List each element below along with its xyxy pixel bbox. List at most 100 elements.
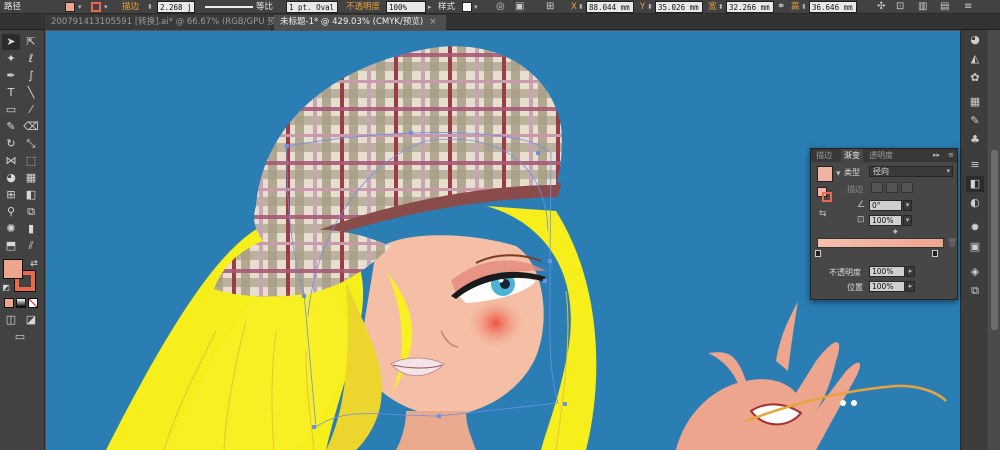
- width-stepper-icon[interactable]: ⬍: [718, 1, 724, 13]
- stroke-panel-icon[interactable]: ≡: [966, 157, 984, 173]
- document-tab-2[interactable]: 未标题-1* @ 429.03% (CMYK/预览) ×: [274, 15, 446, 30]
- panel-menu-icon[interactable]: ≡: [948, 149, 954, 162]
- stop-opacity-field[interactable]: 100%: [869, 266, 905, 277]
- swatches-panel-icon[interactable]: ▦: [966, 94, 984, 110]
- eraser-tool-icon[interactable]: ⌫: [22, 119, 40, 135]
- collapse-panel-icon[interactable]: ▸▸: [933, 149, 940, 162]
- perspective-grid-tool-icon[interactable]: ▦: [22, 170, 40, 186]
- gradient-stop-right[interactable]: [932, 250, 938, 257]
- artboards-panel-icon[interactable]: ⧉: [966, 283, 984, 299]
- stroke-apply-along-icon[interactable]: [886, 182, 898, 193]
- color-guide-icon[interactable]: ◭: [966, 51, 984, 67]
- brushes-panel-icon[interactable]: ✎: [966, 113, 984, 129]
- pencil-tool-icon[interactable]: ✎: [2, 119, 20, 135]
- gradient-swatch-dropdown-icon[interactable]: ▾: [836, 169, 841, 179]
- screen-mode-icon[interactable]: ▭: [11, 329, 29, 345]
- free-transform-tool-icon[interactable]: ⬚: [22, 153, 40, 169]
- gradient-stop-left[interactable]: [815, 250, 821, 257]
- gradient-preview-swatch[interactable]: [817, 166, 833, 182]
- close-tab-2-icon[interactable]: ×: [429, 17, 436, 27]
- fill-swatch[interactable]: [65, 2, 75, 12]
- scale-tool-icon[interactable]: ⤡: [22, 136, 40, 152]
- arrange-documents-icon[interactable]: ▤: [940, 1, 949, 13]
- line-profile-label[interactable]: 等比: [256, 1, 273, 13]
- aspect-ratio-dropdown-icon[interactable]: ▾: [903, 215, 912, 226]
- reference-point-icon[interactable]: ⊞: [546, 1, 554, 13]
- layers-panel-icon[interactable]: ◈: [966, 264, 984, 280]
- gradient-panel-icon[interactable]: ◧: [966, 176, 984, 192]
- document-tab-1[interactable]: 200791413105591 [转换].ai* @ 66.67% (RGB/G…: [45, 15, 301, 30]
- midpoint-diamond-icon[interactable]: ◆: [893, 228, 898, 235]
- stop-location-field[interactable]: 100%: [869, 281, 905, 292]
- stroke-weight-field[interactable]: 2.268 j: [157, 1, 195, 13]
- x-label[interactable]: X: [571, 1, 577, 13]
- gradient-type-select[interactable]: 径向 ▾: [869, 166, 953, 177]
- mesh-tool-icon[interactable]: ⊞: [2, 187, 20, 203]
- type-tool-icon[interactable]: T: [2, 85, 20, 101]
- tab-stroke[interactable]: 描边: [813, 149, 835, 162]
- appearance-panel-icon[interactable]: ✹: [966, 220, 984, 236]
- draw-mode-icon[interactable]: ◫: [2, 312, 20, 328]
- gradient-tool-icon[interactable]: ◧: [22, 187, 40, 203]
- opacity-label[interactable]: 不透明度: [346, 1, 380, 13]
- width-field[interactable]: 32.266 mm: [726, 1, 774, 13]
- height-label[interactable]: 高: [791, 1, 800, 13]
- vertical-scrollbar-thumb[interactable]: [991, 150, 998, 330]
- reverse-gradient-icon[interactable]: ⇆: [819, 209, 827, 219]
- recolor-icon[interactable]: ✿: [966, 70, 984, 86]
- opacity-field[interactable]: 100%: [386, 1, 426, 13]
- stroke-weight-stepper-icon[interactable]: ⬍: [147, 1, 153, 13]
- aspect-ratio-field[interactable]: 100%: [869, 215, 902, 226]
- gradient-slider-bar[interactable]: [817, 238, 944, 248]
- none-mode-icon[interactable]: [28, 298, 38, 308]
- constrain-proportions-icon[interactable]: ⚭: [777, 1, 785, 13]
- lasso-tool-icon[interactable]: ℓ: [22, 51, 40, 67]
- angle-field[interactable]: 0°: [869, 200, 902, 211]
- delete-stop-icon[interactable]: 🗑: [947, 238, 957, 247]
- x-stepper-icon[interactable]: ⬍: [578, 1, 584, 13]
- rectangle-tool-icon[interactable]: ▭: [2, 102, 20, 118]
- swap-fill-stroke-icon[interactable]: ⇄: [27, 256, 41, 272]
- artboard-tool-icon[interactable]: ⬒: [2, 238, 20, 254]
- angle-dropdown-icon[interactable]: ▾: [903, 200, 912, 211]
- symbols-panel-icon[interactable]: ♣: [966, 132, 984, 148]
- eyedropper-tool-icon[interactable]: ⚲: [2, 204, 20, 220]
- pen-tool-icon[interactable]: ✒: [2, 68, 20, 84]
- graphic-styles-icon[interactable]: ▣: [966, 239, 984, 255]
- shape-mode-icon[interactable]: ⊡: [896, 1, 904, 13]
- transform-icon[interactable]: ✣: [877, 1, 885, 13]
- shape-builder-tool-icon[interactable]: ◕: [2, 170, 20, 186]
- rotate-tool-icon[interactable]: ↻: [2, 136, 20, 152]
- stroke-dropdown-icon[interactable]: ▾: [104, 1, 108, 13]
- slice-tool-icon[interactable]: ⫽: [22, 238, 40, 254]
- opacity-dropdown-icon[interactable]: ▸: [428, 1, 432, 13]
- blend-tool-icon[interactable]: ⧉: [22, 204, 40, 220]
- align-to-icon[interactable]: ▣: [515, 1, 524, 13]
- y-label[interactable]: Y: [640, 1, 645, 13]
- recolor-artwork-icon[interactable]: ◎: [496, 1, 505, 13]
- symbol-sprayer-tool-icon[interactable]: ✺: [2, 221, 20, 237]
- direct-selection-tool-icon[interactable]: ⇱: [22, 34, 40, 50]
- fill-color-box[interactable]: [3, 259, 23, 279]
- transparency-panel-icon[interactable]: ◐: [966, 195, 984, 211]
- draw-inside-icon[interactable]: ◪: [22, 312, 40, 328]
- default-fill-stroke-icon[interactable]: ◩: [0, 280, 12, 296]
- stroke-apply-across-icon[interactable]: [901, 182, 913, 193]
- stroke-label[interactable]: 描边: [122, 1, 139, 13]
- tab-gradient[interactable]: 渐变: [841, 149, 863, 162]
- width-label[interactable]: 宽: [708, 1, 717, 13]
- paintbrush-tool-icon[interactable]: ⁄: [22, 102, 40, 118]
- stroke-apply-within-icon[interactable]: [871, 182, 883, 193]
- color-panel-icon[interactable]: ◕: [966, 32, 984, 48]
- fill-dropdown-icon[interactable]: ▾: [78, 1, 82, 13]
- y-field[interactable]: 35.026 mm: [655, 1, 703, 13]
- graphic-style-dropdown-icon[interactable]: ▾: [474, 1, 478, 13]
- panel-menu-icon[interactable]: ≡: [964, 1, 972, 13]
- stop-location-dropdown-icon[interactable]: ▸: [906, 281, 915, 292]
- stroke-swatch[interactable]: [91, 2, 101, 12]
- magic-wand-tool-icon[interactable]: ✦: [2, 51, 20, 67]
- stop-opacity-dropdown-icon[interactable]: ▸: [906, 266, 915, 277]
- height-field[interactable]: 36.646 mm: [809, 1, 857, 13]
- column-graph-tool-icon[interactable]: ▮: [22, 221, 40, 237]
- line-segment-tool-icon[interactable]: ╲: [22, 85, 40, 101]
